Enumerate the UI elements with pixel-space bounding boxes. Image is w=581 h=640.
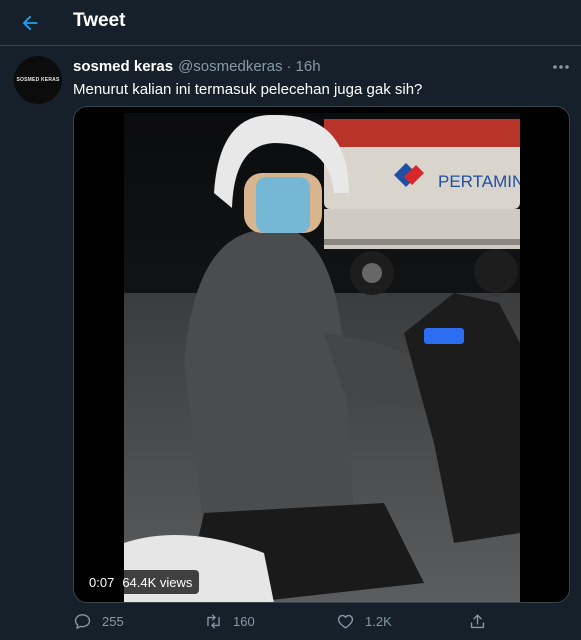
avatar[interactable]: SOSMED KERAS bbox=[14, 56, 62, 104]
video-stats-badge: 0:07 64.4K views bbox=[82, 570, 200, 594]
more-options-button[interactable] bbox=[549, 58, 573, 76]
tweet-timestamp[interactable]: 16h bbox=[296, 58, 321, 75]
retweet-count: 160 bbox=[233, 613, 255, 629]
retweet-button[interactable]: 160 bbox=[204, 608, 255, 634]
tweet-actions: 255 160 1.2K bbox=[73, 608, 513, 634]
video-player[interactable]: PERTAMIN 0:07 64.4K views bbox=[73, 106, 570, 603]
reply-button[interactable]: 255 bbox=[73, 608, 124, 634]
view-count: 64.4K views bbox=[122, 574, 193, 590]
share-button[interactable] bbox=[468, 608, 487, 634]
tweet-header: sosmed keras @sosmedkeras · 16h bbox=[73, 58, 321, 78]
like-count: 1.2K bbox=[365, 613, 392, 629]
avatar-text: SOSMED KERAS bbox=[16, 77, 60, 83]
like-button[interactable]: 1.2K bbox=[336, 608, 392, 634]
user-handle[interactable]: @sosmedkeras bbox=[178, 58, 282, 75]
display-name[interactable]: sosmed keras bbox=[73, 58, 173, 75]
top-bar: Tweet bbox=[0, 0, 581, 46]
arrow-left-icon bbox=[22, 15, 38, 31]
video-thumbnail: PERTAMIN bbox=[124, 113, 520, 602]
truck-sign-text: PERTAMIN bbox=[438, 172, 520, 191]
video-frame[interactable]: PERTAMIN bbox=[124, 113, 520, 602]
reply-count: 255 bbox=[102, 613, 124, 629]
share-icon bbox=[470, 613, 485, 628]
back-button[interactable] bbox=[14, 7, 46, 39]
retweet-icon bbox=[207, 613, 220, 629]
reply-icon bbox=[74, 613, 91, 629]
video-duration: 0:07 bbox=[89, 574, 115, 590]
page-title: Tweet bbox=[73, 10, 126, 31]
tweet-text: Menurut kalian ini termasuk pelecehan ju… bbox=[73, 81, 423, 98]
heart-icon bbox=[337, 614, 354, 629]
more-horizontal-icon bbox=[553, 65, 569, 69]
separator-dot: · bbox=[286, 58, 292, 75]
